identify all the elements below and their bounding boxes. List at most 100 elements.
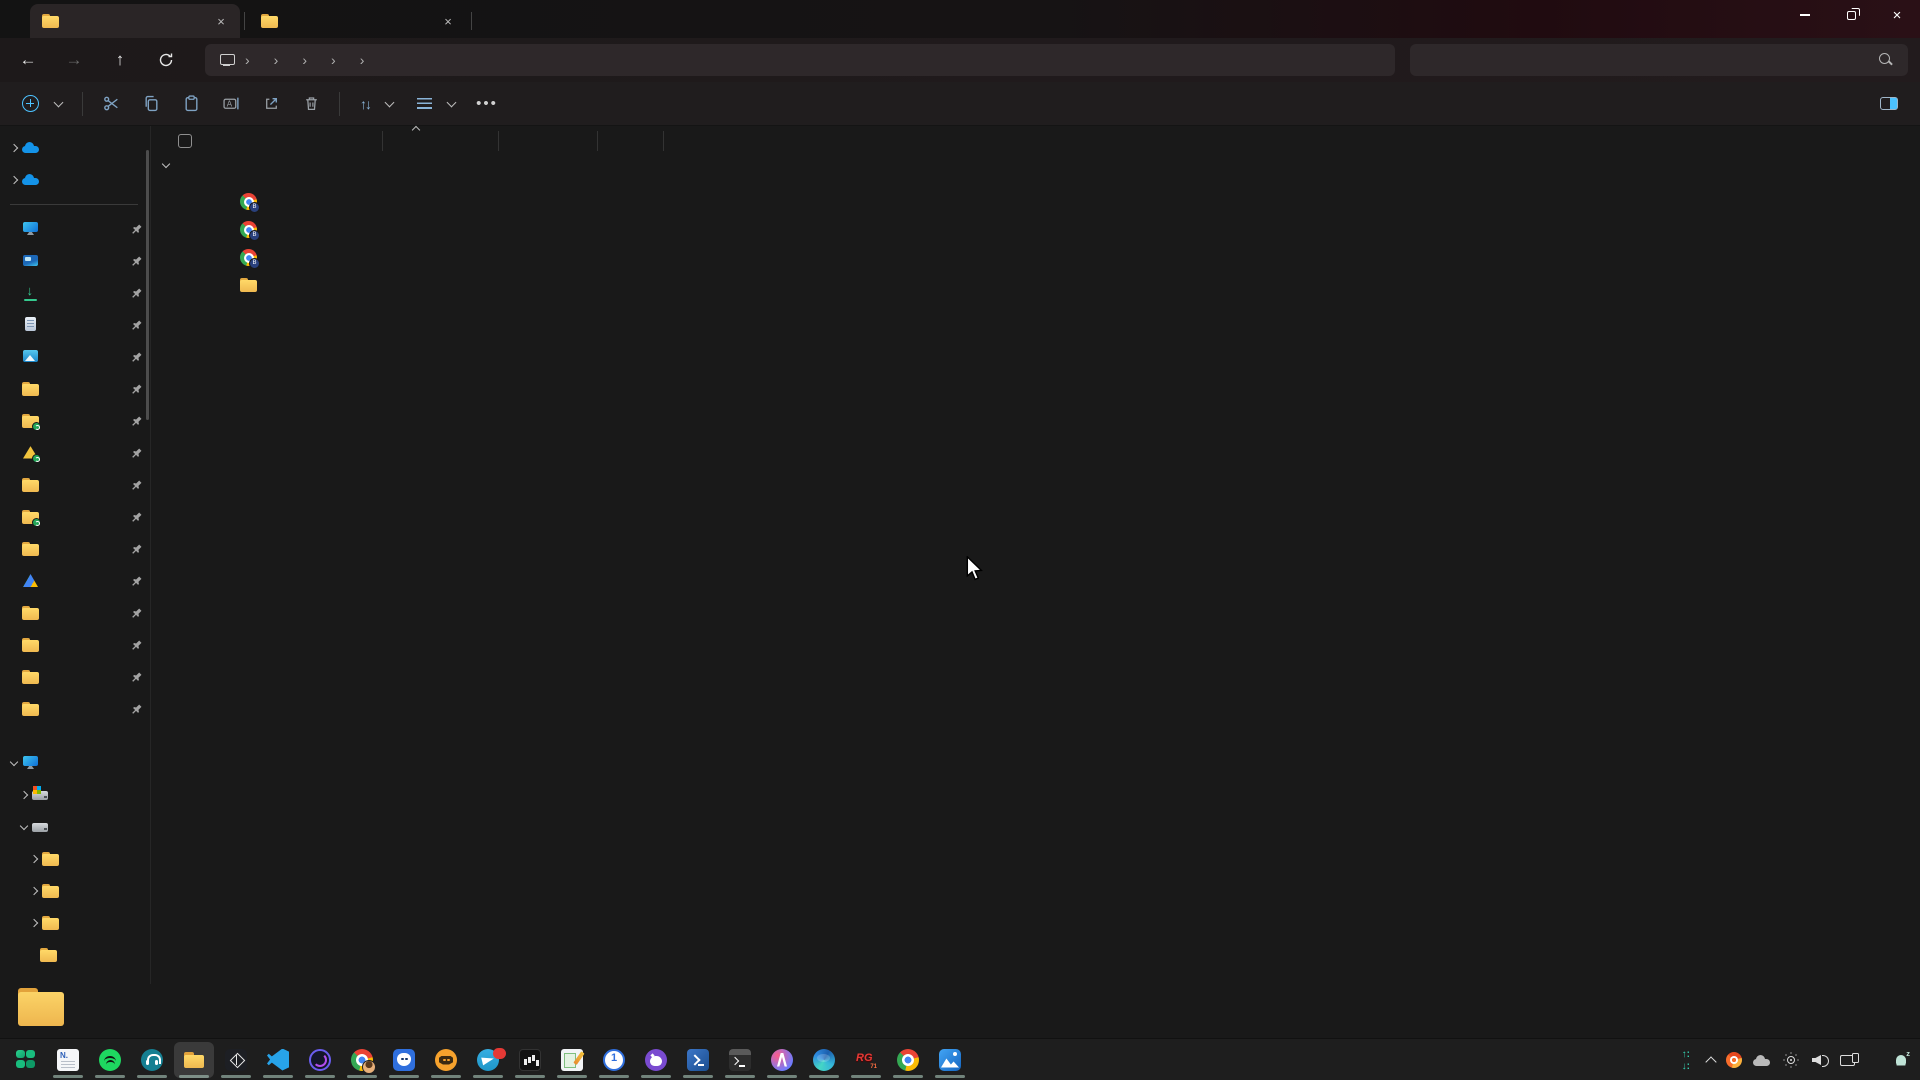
chevron-right-icon[interactable] (20, 791, 28, 799)
column-divider[interactable] (663, 131, 664, 151)
breadcrumb-downloads[interactable] (254, 56, 270, 64)
volume-icon[interactable] (1811, 1052, 1829, 1068)
delete-button[interactable] (291, 87, 331, 121)
breadcrumb-windows[interactable] (340, 56, 356, 64)
sidebar-item-github[interactable] (0, 469, 150, 501)
taskbar-app-powershell[interactable] (678, 1042, 718, 1078)
minimize-button[interactable] (1782, 0, 1828, 30)
taskbar-app-equalizer[interactable] (510, 1042, 550, 1078)
sidebar-item-google-drive[interactable] (0, 565, 150, 597)
view-button[interactable] (405, 87, 467, 121)
tab-downloads[interactable]: × (30, 4, 240, 38)
sidebar-item-git[interactable] (0, 533, 150, 565)
close-tab-icon[interactable]: × (439, 12, 457, 30)
taskbar-app-chrome-profile[interactable] (342, 1042, 382, 1078)
sidebar-tree-os-c[interactable] (0, 779, 150, 811)
forward-button[interactable]: → (56, 44, 92, 76)
taskbar-app-discord[interactable] (426, 1042, 466, 1078)
group-header[interactable] (163, 164, 179, 167)
sidebar-item-onedrive[interactable] (0, 164, 150, 196)
breadcrumb-desktop-590[interactable] (282, 56, 298, 64)
column-divider[interactable] (382, 131, 383, 151)
up-button[interactable]: ↑ (102, 44, 138, 76)
start-button[interactable] (6, 1042, 46, 1078)
taskbar-app-arc[interactable] (762, 1042, 802, 1078)
cast-screen-icon[interactable] (1840, 1052, 1859, 1068)
sidebar-item-documents[interactable] (0, 309, 150, 341)
column-divider[interactable] (498, 131, 499, 151)
sidebar-item-media[interactable] (0, 405, 150, 437)
chevron-right-icon[interactable] (30, 855, 38, 863)
search-box[interactable] (1410, 44, 1908, 76)
sidebar-tree-client-data[interactable] (0, 907, 150, 939)
chevron-right-icon[interactable] (10, 144, 18, 152)
taskbar-app-cube[interactable] (216, 1042, 256, 1078)
refresh-button[interactable] (148, 44, 184, 76)
sidebar-item-temp[interactable] (0, 373, 150, 405)
search-icon[interactable] (1878, 52, 1894, 68)
taskbar-app-chrome[interactable] (888, 1042, 928, 1078)
onedrive-tray-icon[interactable] (1753, 1053, 1771, 1067)
taskbar-app-terminal[interactable] (720, 1042, 760, 1078)
chevron-right-icon[interactable] (30, 919, 38, 927)
sidebar-item-downloads[interactable] (0, 277, 150, 309)
sidebar-tree-trash-1000[interactable] (0, 843, 150, 875)
rename-button[interactable]: A (211, 87, 251, 121)
file-row-tray-svg[interactable] (151, 188, 851, 216)
file-row-tray-unread-svg[interactable] (151, 244, 851, 272)
chevron-down-icon[interactable] (10, 757, 18, 765)
taskbar-app-photos[interactable] (930, 1042, 970, 1078)
chevron-right-icon[interactable] (10, 176, 18, 184)
see-more-button[interactable]: ••• (467, 87, 507, 121)
file-row-gpo[interactable] (151, 272, 851, 300)
column-divider[interactable] (597, 131, 598, 151)
chrome-canary-tray-icon[interactable] (1726, 1052, 1742, 1068)
taskbar-app-one-password[interactable] (594, 1042, 634, 1078)
sidebar-scrollbar[interactable] (146, 150, 149, 420)
close-button[interactable]: × (1874, 0, 1920, 30)
chevron-down-icon[interactable] (20, 821, 28, 829)
sidebar-item-msi-gpo[interactable] (0, 661, 150, 693)
share-button[interactable] (251, 87, 291, 121)
select-all-checkbox[interactable] (178, 134, 192, 148)
back-button[interactable]: ← (10, 44, 46, 76)
sidebar-item-public[interactable] (0, 597, 150, 629)
sidebar-item-pictures[interactable] (0, 341, 150, 373)
taskbar-app-github[interactable] (636, 1042, 676, 1078)
taskbar-app-headphones[interactable] (132, 1042, 172, 1078)
sidebar-tree-a[interactable] (0, 875, 150, 907)
chevron-right-icon[interactable] (30, 887, 38, 895)
copy-button[interactable] (131, 87, 171, 121)
brightness-icon[interactable] (1782, 1051, 1800, 1069)
new-tab-button[interactable] (476, 4, 500, 38)
notification-bell-icon[interactable] (1892, 1051, 1910, 1069)
taskbar-app-file-explorer[interactable] (174, 1042, 214, 1078)
taskbar-app-spotify[interactable] (90, 1042, 130, 1078)
taskbar-app-mask[interactable] (384, 1042, 424, 1078)
close-tab-icon[interactable]: × (212, 12, 230, 30)
hidden-icons-chevron[interactable] (1705, 1056, 1716, 1067)
sidebar-item-documents-synced[interactable] (0, 437, 150, 469)
taskbar-app-notepad[interactable] (48, 1042, 88, 1078)
taskbar-app-vscode[interactable] (258, 1042, 298, 1078)
sidebar-tree-this-pc[interactable] (0, 747, 150, 779)
new-button[interactable] (10, 87, 74, 121)
breadcrumb-resources[interactable] (311, 56, 327, 64)
file-row-tray-mention-svg[interactable] (151, 216, 851, 244)
sidebar-item-2024-11[interactable] (0, 693, 150, 725)
sidebar-item-images[interactable] (0, 629, 150, 661)
sidebar-item-this-pc-pinned[interactable] (0, 213, 150, 245)
address-bar[interactable] (205, 44, 1395, 76)
chevron-down-icon[interactable] (162, 160, 170, 168)
taskbar-app-loop[interactable] (300, 1042, 340, 1078)
sidebar-item-me[interactable] (0, 501, 150, 533)
sidebar-item-bhautik-onedrive[interactable] (0, 132, 150, 164)
tab-mattermost[interactable]: × (249, 4, 467, 38)
details-pane-button[interactable] (1880, 97, 1906, 110)
cut-button[interactable] (91, 87, 131, 121)
restore-button[interactable] (1828, 0, 1874, 30)
sort-button[interactable]: ↑↓ (348, 87, 405, 121)
sidebar-tree-database[interactable] (0, 939, 150, 971)
paste-button[interactable] (171, 87, 211, 121)
sidebar-item-desktop[interactable] (0, 245, 150, 277)
